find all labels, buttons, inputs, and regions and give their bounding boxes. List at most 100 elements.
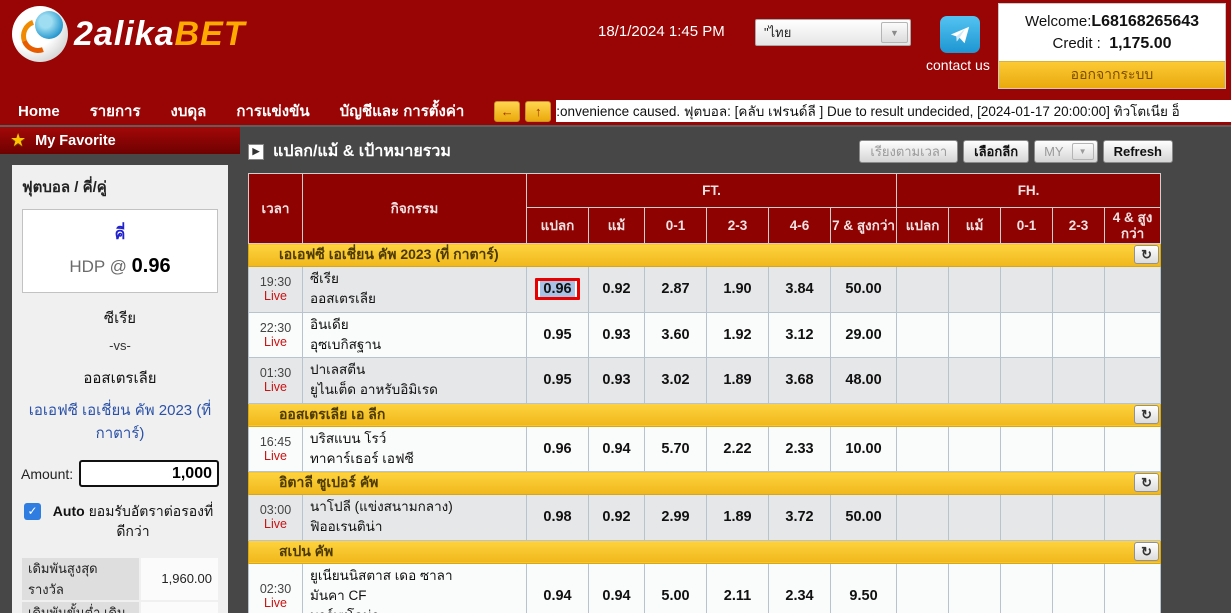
ft-odds-cell[interactable]: 2.87 bbox=[645, 267, 707, 313]
chevron-down-icon[interactable]: ▼ bbox=[881, 22, 908, 43]
match-teams-cell[interactable]: ยูเนียนนิสตาส เดอ ซาลามันคา CFบาร์เซโลน่… bbox=[303, 563, 527, 613]
amount-input[interactable] bbox=[79, 460, 219, 487]
ft-odds-cell[interactable]: 3.12 bbox=[769, 312, 831, 358]
refresh-button[interactable]: Refresh bbox=[1103, 140, 1173, 163]
league-refresh-icon[interactable]: ↻ bbox=[1134, 245, 1159, 264]
ft-odds-cell[interactable]: 0.98 bbox=[527, 495, 589, 541]
ft-odds-cell[interactable]: 0.92 bbox=[589, 495, 645, 541]
chevron-down-icon: ▼ bbox=[1072, 143, 1094, 160]
ft-odds-cell[interactable]: 3.68 bbox=[769, 358, 831, 404]
fh-odds-cell bbox=[1105, 563, 1161, 613]
league-row: อิตาลี ซูเปอร์ คัพ ↻ bbox=[249, 472, 1161, 495]
ft-odds-cell[interactable]: 0.94 bbox=[589, 426, 645, 472]
league-refresh-icon[interactable]: ↻ bbox=[1134, 473, 1159, 492]
ft-odds-cell[interactable]: 0.93 bbox=[589, 358, 645, 404]
ft-odds-cell[interactable]: 3.60 bbox=[645, 312, 707, 358]
league-row: เอเอฟซี เอเชี่ยน คัพ 2023 (ที่ กาตาร์) ↻ bbox=[249, 244, 1161, 267]
fh-2-3-header: 2-3 bbox=[1053, 208, 1105, 244]
selected-odds-highlight[interactable]: 0.96 bbox=[535, 278, 579, 300]
match-teams-cell[interactable]: บริสแบน โรว์ทาคาร์เธอร์ เอฟซี bbox=[303, 426, 527, 472]
ft-odds-cell[interactable]: 50.00 bbox=[831, 495, 897, 541]
match-time: 16:45 bbox=[249, 435, 302, 449]
ft-odds-cell[interactable]: 1.89 bbox=[707, 495, 769, 541]
match-time: 03:00 bbox=[249, 503, 302, 517]
ft-odds-cell[interactable]: 5.00 bbox=[645, 563, 707, 613]
site-logo[interactable]: 2alikaBET bbox=[12, 6, 246, 62]
match-time: 02:30 bbox=[249, 582, 302, 596]
top-bar: 2alikaBET 18/1/2024 1:45 PM "ไทย ▼ conta… bbox=[0, 0, 1231, 97]
bet-odds-prefix: HDP @ bbox=[69, 257, 131, 276]
league-name-text: เอเอฟซี เอเชี่ยน คัพ 2023 (ที่ กาตาร์) bbox=[279, 246, 499, 262]
ft-odds-cell[interactable]: 0.94 bbox=[589, 563, 645, 613]
limit-label: เดิมพันสูงสุด รางวัล bbox=[22, 558, 139, 600]
ft-odds-cell[interactable]: 0.95 bbox=[527, 312, 589, 358]
ft-odds-cell[interactable]: 2.11 bbox=[707, 563, 769, 613]
marquee-back-button[interactable]: ← bbox=[494, 101, 520, 122]
ft-odds-cell[interactable]: 9.50 bbox=[831, 563, 897, 613]
ft-odds-cell[interactable]: 0.94 bbox=[527, 563, 589, 613]
nav-balance[interactable]: งบดุล bbox=[171, 99, 207, 123]
nav-home[interactable]: Home bbox=[18, 103, 60, 120]
ft-odds-cell[interactable]: 3.02 bbox=[645, 358, 707, 404]
language-value: "ไทย bbox=[756, 22, 881, 43]
logout-button[interactable]: ออกจากระบบ bbox=[999, 61, 1225, 88]
sort-by-time-button[interactable]: เรียงตามเวลา bbox=[859, 140, 958, 163]
ft-odds-cell[interactable]: 2.99 bbox=[645, 495, 707, 541]
league-name: อิตาลี ซูเปอร์ คัพ ↻ bbox=[249, 472, 1161, 495]
ft-odds-cell[interactable]: 0.92 bbox=[589, 267, 645, 313]
live-badge: Live bbox=[249, 449, 302, 463]
ft-odds-cell[interactable]: 48.00 bbox=[831, 358, 897, 404]
arrow-left-icon: ← bbox=[501, 104, 514, 119]
ft-odds-cell[interactable]: 1.90 bbox=[707, 267, 769, 313]
bet-odds-value: 0.96 bbox=[132, 255, 171, 277]
league-name-text: อิตาลี ซูเปอร์ คัพ bbox=[279, 474, 378, 490]
fh-odds-cell bbox=[1001, 358, 1053, 404]
ft-odds-cell[interactable]: 0.95 bbox=[527, 358, 589, 404]
match-row: 16:45Liveบริสแบน โรว์ทาคาร์เธอร์ เอฟซี0.… bbox=[249, 426, 1161, 472]
ft-odds-cell[interactable]: 3.72 bbox=[769, 495, 831, 541]
nav-results[interactable]: การแข่งขัน bbox=[236, 99, 309, 123]
ft-even-header: แม้ bbox=[589, 208, 645, 244]
telegram-icon[interactable] bbox=[940, 16, 980, 53]
ft-odds-cell[interactable]: 2.34 bbox=[769, 563, 831, 613]
match-time: 22:30 bbox=[249, 321, 302, 335]
ft-odds-cell[interactable]: 0.96 bbox=[527, 267, 589, 313]
contact-us-label[interactable]: contact us bbox=[926, 57, 990, 73]
ft-odds-cell[interactable]: 29.00 bbox=[831, 312, 897, 358]
ft-odds-cell[interactable]: 50.00 bbox=[831, 267, 897, 313]
odds-type-select[interactable]: MY ▼ bbox=[1034, 140, 1098, 163]
limit-row: เดิมพันขั้นต่ำ เดิมพัน 50.00 bbox=[22, 602, 218, 613]
nav-account-settings[interactable]: บัญชีและ การตั้งค่า bbox=[340, 99, 465, 123]
col-time-header: เวลา bbox=[249, 174, 303, 244]
team-name: บาร์เซโลน่า bbox=[310, 606, 519, 613]
select-league-button[interactable]: เลือกลีก bbox=[963, 140, 1029, 163]
league-name: เอเอฟซี เอเชี่ยน คัพ 2023 (ที่ กาตาร์) ↻ bbox=[249, 244, 1161, 267]
league-refresh-icon[interactable]: ↻ bbox=[1134, 405, 1159, 424]
team-name: ฟิออเรนติน่า bbox=[310, 517, 519, 537]
match-teams-cell[interactable]: ซีเรียออสเตรเลีย bbox=[303, 267, 527, 313]
ft-odds-cell[interactable]: 10.00 bbox=[831, 426, 897, 472]
auto-accept-checkbox[interactable]: ✓ bbox=[24, 503, 41, 520]
team-name: ทาคาร์เธอร์ เอฟซี bbox=[310, 449, 519, 469]
ft-odds-cell[interactable]: 1.92 bbox=[707, 312, 769, 358]
logo-text: 2alikaBET bbox=[74, 15, 246, 54]
ft-odds-cell[interactable]: 0.93 bbox=[589, 312, 645, 358]
match-teams-cell[interactable]: อินเดียอุซเบกิสฐาน bbox=[303, 312, 527, 358]
ft-odds-cell[interactable]: 2.33 bbox=[769, 426, 831, 472]
match-teams-cell[interactable]: ปาเลสตีนยูไนเต็ด อาหรับอิมิเรด bbox=[303, 358, 527, 404]
fh-odds-cell bbox=[1105, 426, 1161, 472]
main-header-row: ▶ แปลก/แม้ & เป้าหมายรวม เรียงตามเวลา เล… bbox=[248, 139, 1231, 164]
marquee-up-button[interactable]: ↑ bbox=[525, 101, 551, 122]
league-refresh-icon[interactable]: ↻ bbox=[1134, 542, 1159, 561]
credit-line: Credit : 1,175.00 bbox=[999, 33, 1225, 55]
fh-odds-cell bbox=[897, 563, 949, 613]
ft-odds-cell[interactable]: 3.84 bbox=[769, 267, 831, 313]
ft-odds-cell[interactable]: 5.70 bbox=[645, 426, 707, 472]
ft-7up-header: 7 & สูงกว่า bbox=[831, 208, 897, 244]
language-select[interactable]: "ไทย ▼ bbox=[755, 19, 911, 46]
nav-statement[interactable]: รายการ bbox=[90, 99, 141, 123]
ft-odds-cell[interactable]: 0.96 bbox=[527, 426, 589, 472]
ft-odds-cell[interactable]: 2.22 bbox=[707, 426, 769, 472]
match-teams-cell[interactable]: นาโปลี (แข่งสนามกลาง)ฟิออเรนติน่า bbox=[303, 495, 527, 541]
ft-odds-cell[interactable]: 1.89 bbox=[707, 358, 769, 404]
